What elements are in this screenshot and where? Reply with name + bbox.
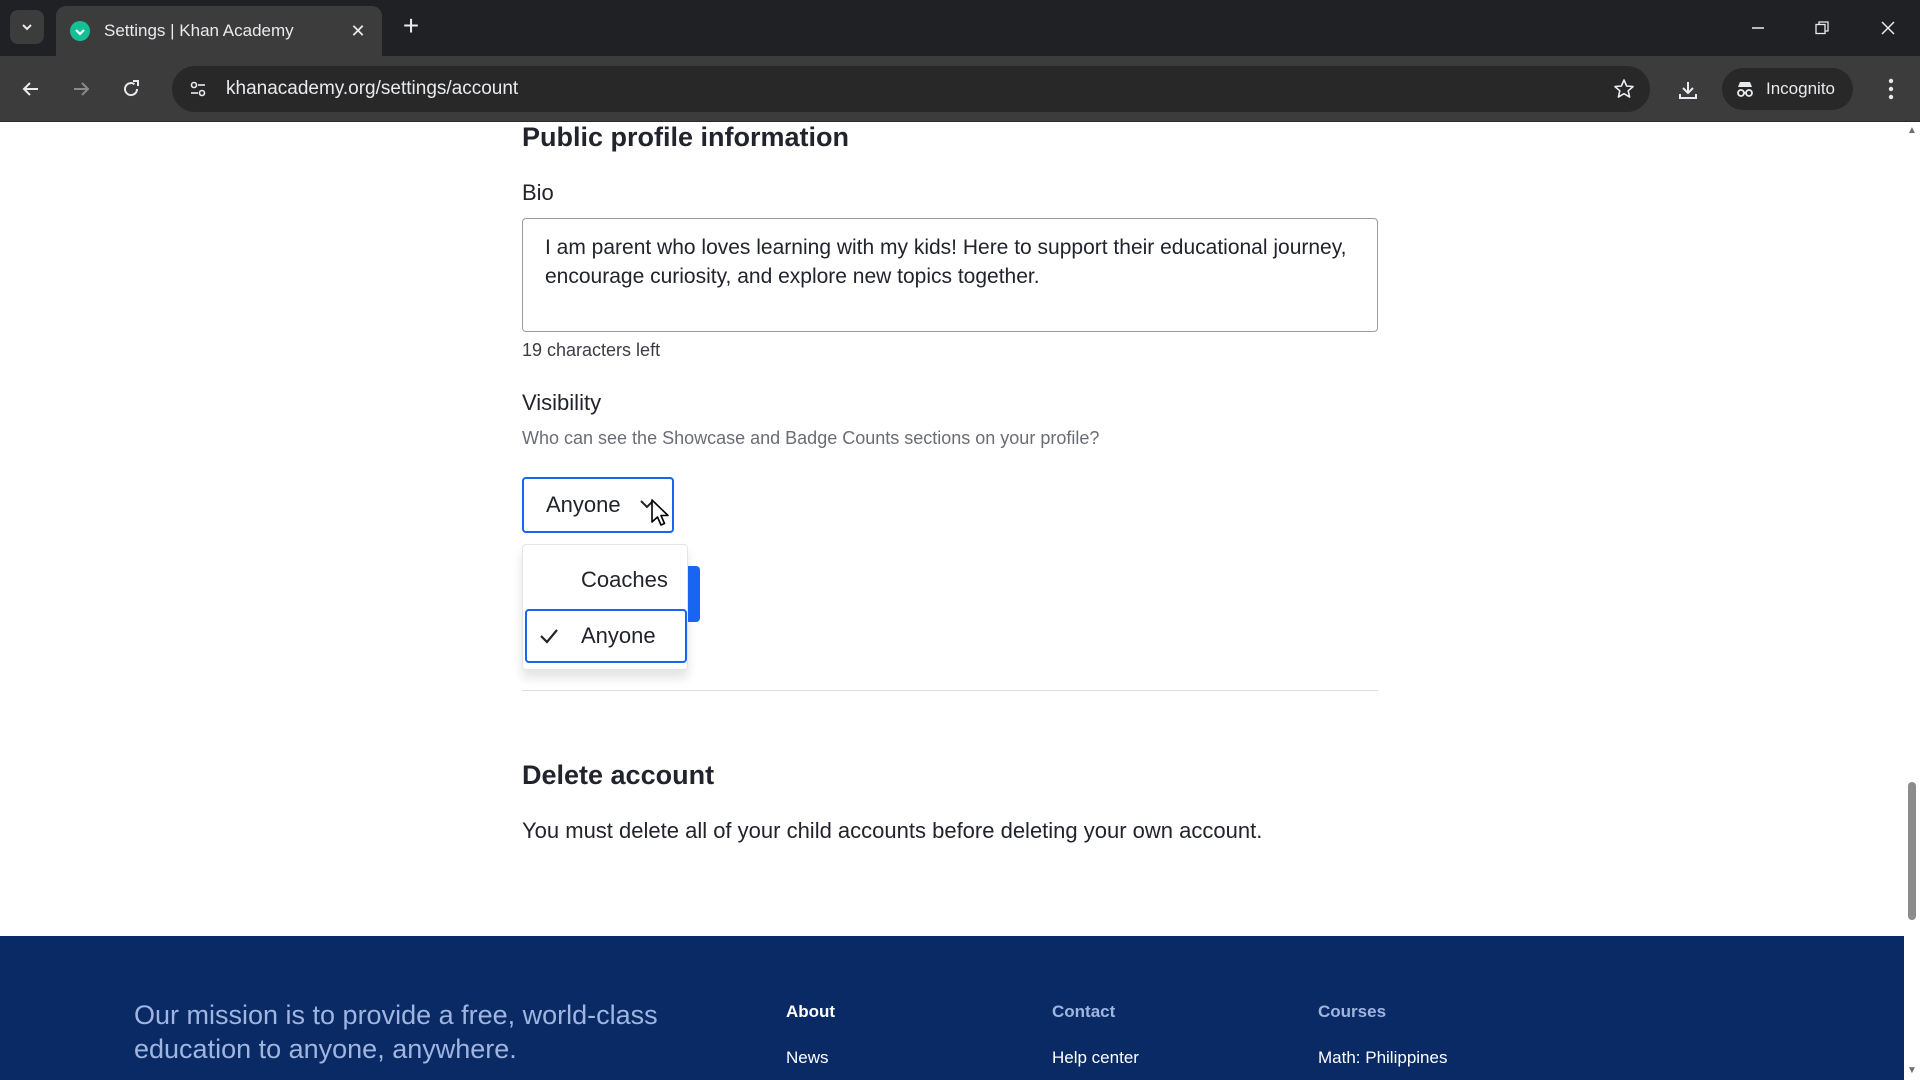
- mission-statement: Our mission is to provide a free, world-…: [134, 1000, 658, 1064]
- browser-menu-button[interactable]: [1872, 70, 1910, 108]
- download-icon: [1679, 82, 1697, 99]
- dropdown-option-coaches[interactable]: Coaches: [525, 553, 687, 607]
- chevron-down-icon: [22, 24, 32, 31]
- visibility-help-text: Who can see the Showcase and Badge Count…: [522, 428, 1100, 448]
- reload-button[interactable]: [112, 70, 150, 108]
- reload-icon: [124, 80, 139, 97]
- url-text[interactable]: khanacademy.org/settings/account: [226, 78, 1604, 100]
- footer-heading-contact: Contact: [1052, 1002, 1116, 1021]
- arrow-left-icon: [22, 82, 38, 96]
- back-button[interactable]: [12, 70, 50, 108]
- dropdown-option-anyone[interactable]: Anyone: [525, 609, 687, 663]
- forward-button[interactable]: [62, 70, 100, 108]
- dropdown-scrollbar[interactable]: [688, 566, 700, 622]
- footer-link-news[interactable]: News: [786, 1048, 829, 1068]
- browser-toolbar: khanacademy.org/settings/account Incogni…: [0, 56, 1920, 122]
- restore-window-button[interactable]: [1798, 8, 1846, 48]
- visibility-select-value: Anyone: [546, 492, 621, 517]
- option-label: Anyone: [581, 623, 656, 648]
- browser-tab[interactable]: Settings | Khan Academy ✕: [56, 6, 382, 56]
- mouse-cursor-icon: [651, 499, 669, 526]
- page-scrollbar[interactable]: ▲ ▼: [1904, 122, 1920, 1080]
- site-info-icon[interactable]: [178, 69, 218, 109]
- bookmark-star-icon[interactable]: [1604, 69, 1644, 109]
- characters-left-counter: 19 characters left: [522, 340, 661, 360]
- footer-heading-about: About: [786, 1002, 836, 1021]
- checkmark-icon: [540, 629, 558, 644]
- public-profile-heading: Public profile information: [522, 122, 850, 152]
- downloads-button[interactable]: [1668, 70, 1708, 110]
- scroll-up-arrow-icon[interactable]: ▲: [1907, 126, 1917, 136]
- site-footer: Our mission is to provide a free, world-…: [0, 936, 1904, 1080]
- scrollbar-thumb[interactable]: [1908, 782, 1916, 920]
- footer-link-math-philippines[interactable]: Math: Philippines: [1318, 1048, 1447, 1068]
- delete-account-heading: Delete account: [522, 760, 715, 790]
- new-tab-button[interactable]: +: [396, 12, 426, 42]
- bio-textarea[interactable]: I am parent who loves learning with my k…: [522, 218, 1378, 332]
- bio-label: Bio: [522, 180, 554, 205]
- visibility-label: Visibility: [522, 390, 602, 415]
- browser-tab-bar: Settings | Khan Academy ✕ +: [0, 0, 1920, 56]
- delete-account-text: You must delete all of your child accoun…: [522, 818, 1263, 843]
- tab-search-button[interactable]: [10, 10, 44, 44]
- close-icon: [1881, 21, 1895, 35]
- footer-link-help-center[interactable]: Help center: [1052, 1048, 1139, 1068]
- close-window-button[interactable]: [1864, 8, 1912, 48]
- tab-title: Settings | Khan Academy: [104, 21, 294, 40]
- incognito-label: Incognito: [1766, 79, 1835, 98]
- option-label: Coaches: [581, 567, 668, 592]
- more-vertical-icon: [1888, 78, 1894, 100]
- minimize-window-button[interactable]: [1734, 8, 1782, 48]
- incognito-indicator[interactable]: Incognito: [1722, 68, 1853, 110]
- restore-icon: [1815, 21, 1829, 35]
- visibility-dropdown-menu: Coaches Anyone: [522, 544, 688, 670]
- section-divider: [522, 690, 1378, 691]
- khan-academy-favicon-icon: [70, 21, 90, 41]
- address-bar[interactable]: khanacademy.org/settings/account: [172, 66, 1650, 112]
- footer-heading-courses: Courses: [1318, 1002, 1387, 1021]
- scroll-down-arrow-icon[interactable]: ▼: [1907, 1066, 1917, 1076]
- minimize-icon: [1752, 27, 1764, 29]
- settings-page: Public profile information Bio I am pare…: [0, 122, 1904, 1080]
- tab-close-icon[interactable]: ✕: [346, 21, 370, 42]
- incognito-icon: [1737, 82, 1753, 97]
- arrow-right-icon: [74, 82, 90, 96]
